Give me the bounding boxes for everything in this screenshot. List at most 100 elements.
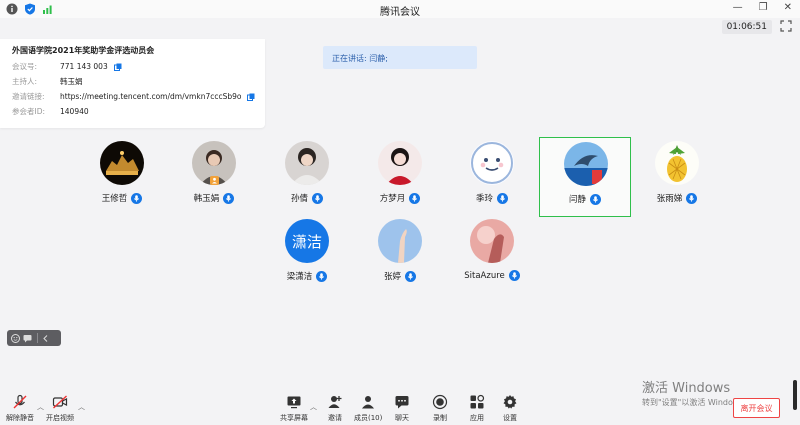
meeting-title: 外国语学院2021年奖助学金评选动员会 xyxy=(12,46,155,55)
mic-icon xyxy=(312,192,323,204)
watermark-subtitle: 转到"设置"以激活 Windows xyxy=(642,398,744,407)
meeting-timer: 01:06:51 xyxy=(721,20,772,34)
apps-icon xyxy=(470,394,485,409)
mic-icon xyxy=(405,270,416,282)
participant-tile[interactable]: 孙倩 xyxy=(261,137,353,217)
window-controls: — ❐ ✕ xyxy=(733,2,792,13)
chevron-up-icon[interactable]: ︿ xyxy=(37,402,44,412)
mic-icon xyxy=(497,192,508,204)
avatar xyxy=(378,141,422,185)
watermark-title: 激活 Windows xyxy=(642,381,731,396)
chat-button[interactable]: 聊天 xyxy=(394,394,410,423)
participant-tile[interactable]: 张婷 xyxy=(354,215,446,295)
participant-name-row: 闫静 xyxy=(540,193,630,205)
participant-name: 梁潇洁 xyxy=(286,272,313,282)
emoji-icon[interactable] xyxy=(11,333,20,343)
mic-icon xyxy=(223,192,235,204)
view-control xyxy=(7,330,61,346)
participant-tile[interactable]: 张雨娣 xyxy=(631,137,723,217)
mic-icon xyxy=(590,193,601,205)
chat-icon xyxy=(395,396,409,409)
mic-icon xyxy=(508,270,520,281)
participant-tile[interactable]: 方梦月 xyxy=(354,137,446,217)
meeting-id-value: 771 143 003 xyxy=(60,62,108,71)
scrollbar-thumb[interactable] xyxy=(793,380,797,410)
participant-id-value: 140940 xyxy=(60,107,89,116)
chevron-left-icon[interactable] xyxy=(41,334,50,343)
members-button[interactable]: 成员(10) xyxy=(354,394,382,423)
avatar xyxy=(655,141,699,185)
participant-id-label: 参会者ID: xyxy=(12,107,46,116)
participant-tile[interactable]: 潇洁 梁潇洁 xyxy=(261,215,353,295)
participant-name: 张雨娣 xyxy=(656,194,683,204)
participant-tile[interactable]: 韩玉娟 xyxy=(168,137,260,217)
mic-icon xyxy=(316,270,328,282)
copy-icon[interactable] xyxy=(113,63,122,71)
unmute-button[interactable]: 解除静音 xyxy=(6,394,34,423)
participant-tile[interactable]: SitaAzure xyxy=(446,215,538,295)
apps-button[interactable]: 应用 xyxy=(469,394,485,423)
meeting-host-value: 韩玉娟 xyxy=(60,77,83,86)
invite-user-icon xyxy=(328,396,342,408)
participant-name: 闫静 xyxy=(568,195,586,205)
participant-name-row: 孙倩 xyxy=(261,192,353,204)
chat-label: 聊天 xyxy=(395,414,409,422)
avatar xyxy=(564,142,608,186)
participant-name-row: 王修哲 xyxy=(76,192,168,204)
participant-name-row: 季玲 xyxy=(446,192,538,204)
chat-bubble-icon[interactable] xyxy=(23,334,32,343)
minimize-icon[interactable]: — xyxy=(733,2,743,13)
share-screen-label: 共享屏幕 xyxy=(280,414,308,422)
participant-name: 王修哲 xyxy=(101,194,128,204)
participant-name: SitaAzure xyxy=(464,270,505,281)
avatar: 潇洁 xyxy=(285,219,329,263)
fullscreen-icon[interactable] xyxy=(780,20,792,32)
avatar xyxy=(470,219,514,263)
participant-name: 方梦月 xyxy=(379,194,406,204)
speaking-indicator: 正在讲话: 闫静; xyxy=(323,46,477,69)
meeting-id-row: 会议号: 771 143 003 xyxy=(12,61,122,72)
participant-name-row: 张雨娣 xyxy=(631,192,723,204)
meeting-id-label: 会议号: xyxy=(12,62,38,71)
participant-id-row: 参会者ID: 140940 xyxy=(12,106,89,117)
meeting-host-label: 主持人: xyxy=(12,77,38,86)
settings-button[interactable]: 设置 xyxy=(502,394,518,423)
participant-name: 张婷 xyxy=(383,272,401,282)
chevron-up-icon[interactable]: ︿ xyxy=(78,402,85,412)
participant-tile-active-speaker[interactable]: 闫静 xyxy=(539,137,631,217)
participant-name: 孙倩 xyxy=(290,194,308,204)
leave-meeting-button[interactable]: 离开会议 xyxy=(733,398,780,418)
mic-icon xyxy=(686,192,698,204)
avatar xyxy=(285,141,329,185)
unmute-label: 解除静音 xyxy=(6,414,34,422)
invite-button[interactable]: 邀请 xyxy=(327,394,343,423)
chevron-up-icon[interactable]: ︿ xyxy=(310,402,317,412)
windows-activation-watermark: 激活 Windows 转到"设置"以激活 Windows xyxy=(642,377,744,408)
meeting-link-value[interactable]: https://meeting.tencent.com/dm/vmkn7cccS… xyxy=(60,92,241,101)
start-video-button[interactable]: 开启视频 xyxy=(46,394,74,423)
gear-icon xyxy=(503,395,517,409)
avatar xyxy=(100,141,144,185)
share-screen-button[interactable]: 共享屏幕 xyxy=(280,394,308,423)
restore-icon[interactable]: ❐ xyxy=(759,2,768,13)
start-video-label: 开启视频 xyxy=(46,414,74,422)
close-icon[interactable]: ✕ xyxy=(784,2,792,13)
participant-name-row: 韩玉娟 xyxy=(168,192,260,204)
copy-icon[interactable] xyxy=(247,93,255,101)
participant-tile[interactable]: 季玲 xyxy=(446,137,538,217)
apps-label: 应用 xyxy=(470,414,484,422)
participant-tile[interactable]: 王修哲 xyxy=(76,137,168,217)
participant-name-row: 张婷 xyxy=(354,270,446,282)
record-button[interactable]: 录制 xyxy=(432,394,448,423)
participant-name-row: SitaAzure xyxy=(446,270,538,281)
record-icon xyxy=(432,394,448,410)
meeting-host-row: 主持人: 韩玉娟 xyxy=(12,76,83,87)
participant-name-row: 方梦月 xyxy=(354,192,446,204)
meeting-link-label: 邀请链接: xyxy=(12,92,45,101)
camera-off-icon xyxy=(52,395,68,409)
invite-label: 邀请 xyxy=(328,414,342,422)
mic-icon xyxy=(409,192,421,204)
settings-label: 设置 xyxy=(503,414,517,422)
title-bar: 腾讯会议 — ❐ ✕ xyxy=(0,0,800,18)
avatar xyxy=(378,219,422,263)
